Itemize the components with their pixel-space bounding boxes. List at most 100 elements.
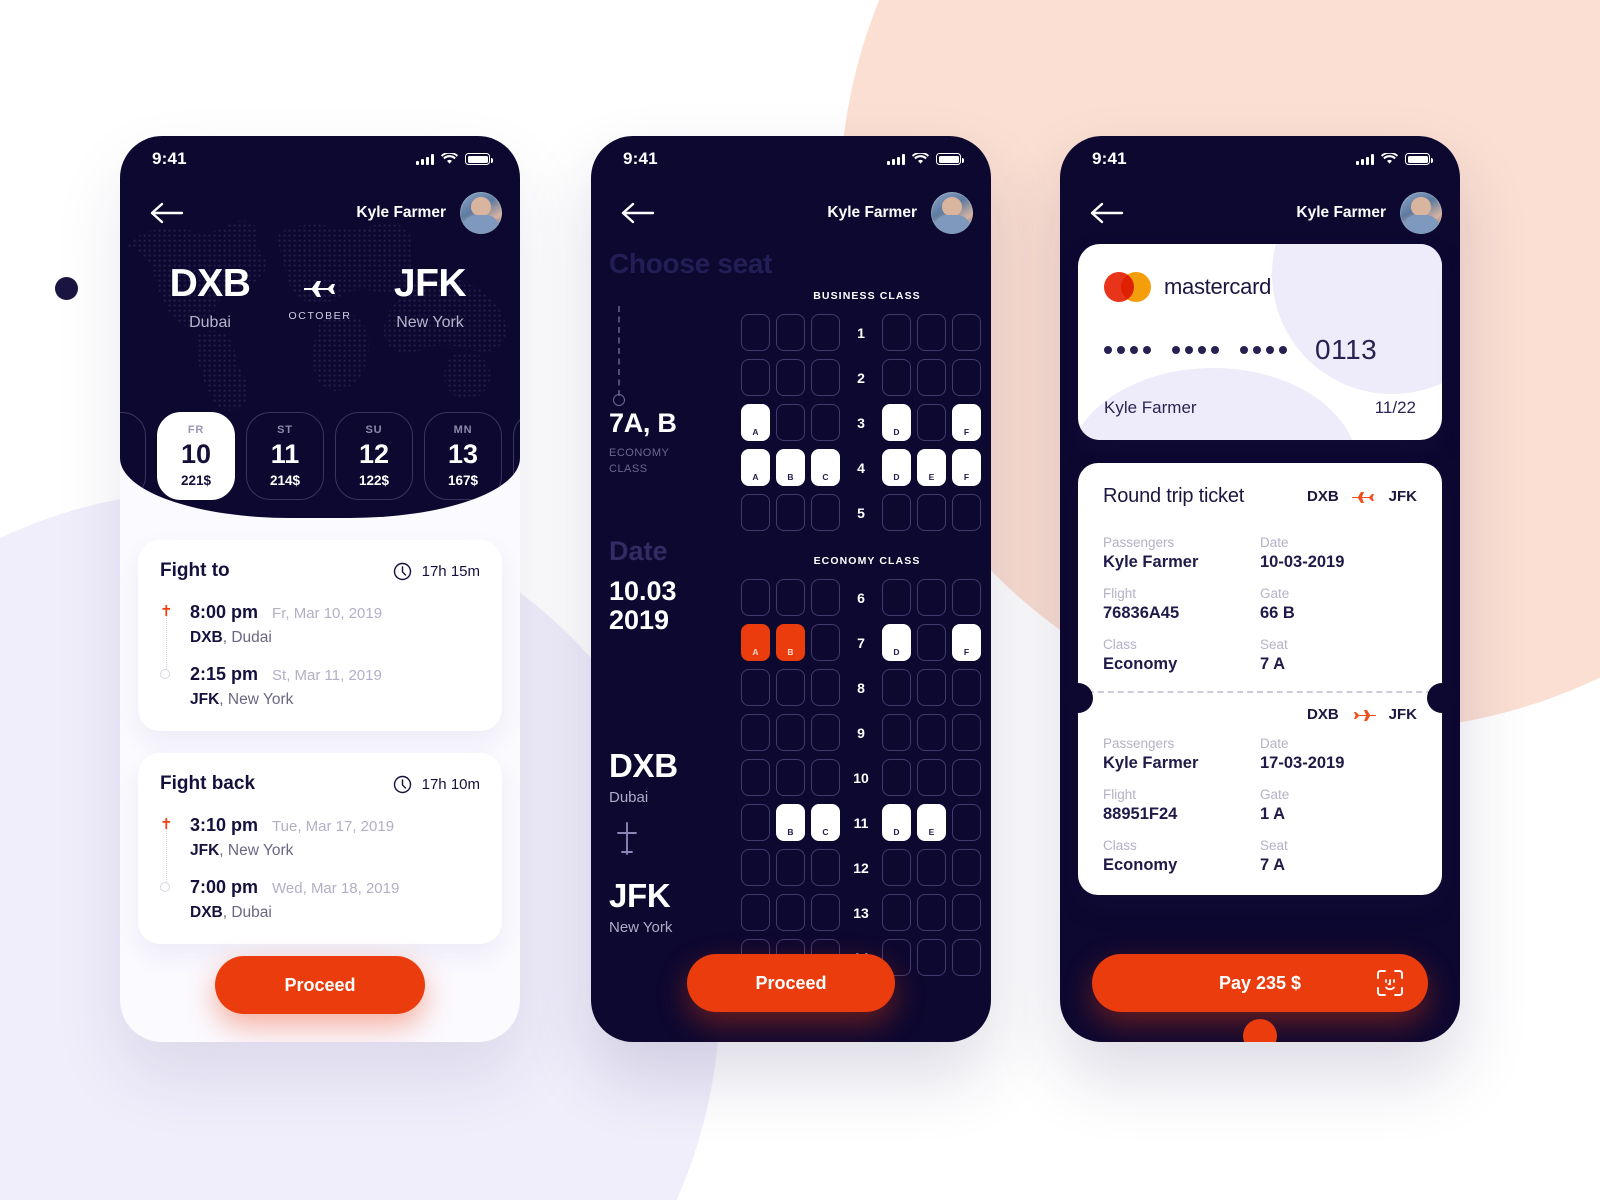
seat-9F[interactable]	[952, 714, 981, 751]
seat-row-7[interactable]: A B 7 D F	[741, 624, 991, 661]
seat-12C[interactable]	[811, 849, 840, 886]
seat-5D[interactable]	[882, 494, 911, 531]
seat-2C[interactable]	[811, 359, 840, 396]
seat-6F[interactable]	[952, 579, 981, 616]
seat-12D[interactable]	[882, 849, 911, 886]
seat-11A[interactable]	[741, 804, 770, 841]
seat-4A[interactable]: A	[741, 449, 770, 486]
seat-12A[interactable]	[741, 849, 770, 886]
proceed-button[interactable]: Proceed	[687, 954, 895, 1012]
seat-6B[interactable]	[776, 579, 805, 616]
seat-5F[interactable]	[952, 494, 981, 531]
date-chip-14[interactable]: TU14411$	[513, 412, 520, 500]
seat-6D[interactable]	[882, 579, 911, 616]
seat-6E[interactable]	[917, 579, 946, 616]
seat-3F[interactable]: F	[952, 404, 981, 441]
seat-4C[interactable]: C	[811, 449, 840, 486]
seat-13F[interactable]	[952, 894, 981, 931]
seat-9D[interactable]	[882, 714, 911, 751]
back-arrow-icon[interactable]	[150, 202, 184, 224]
seat-3D[interactable]: D	[882, 404, 911, 441]
seat-row-5[interactable]: 5	[741, 494, 991, 531]
payment-card-mastercard[interactable]: mastercard 0113 Kyle Farmer 11/22	[1078, 244, 1442, 440]
seat-11C[interactable]: C	[811, 804, 840, 841]
seat-13E[interactable]	[917, 894, 946, 931]
back-arrow-icon[interactable]	[621, 202, 655, 224]
economy-class-rows[interactable]: 6AB7DF8910BC11DE121314	[741, 579, 991, 976]
seat-row-8[interactable]: 8	[741, 669, 991, 706]
seat-row-1[interactable]: 1	[741, 314, 991, 351]
seat-1B[interactable]	[776, 314, 805, 351]
seat-9C[interactable]	[811, 714, 840, 751]
seat-13A[interactable]	[741, 894, 770, 931]
seat-2F[interactable]	[952, 359, 981, 396]
seat-8F[interactable]	[952, 669, 981, 706]
seat-row-12[interactable]: 12	[741, 849, 991, 886]
seat-row-3[interactable]: A 3 D F	[741, 404, 991, 441]
seat-7A[interactable]: A	[741, 624, 770, 661]
seat-12F[interactable]	[952, 849, 981, 886]
date-chip-10[interactable]: FR 10 221$	[157, 412, 235, 500]
seat-6A[interactable]	[741, 579, 770, 616]
seat-8D[interactable]	[882, 669, 911, 706]
seat-2A[interactable]	[741, 359, 770, 396]
seat-6C[interactable]	[811, 579, 840, 616]
date-selector-strip[interactable]: TR9191$ FR 10 221$ ST 11 214$ SU 12 122$ MN 13 167$ T…	[120, 412, 520, 500]
seat-2B[interactable]	[776, 359, 805, 396]
seat-13D[interactable]	[882, 894, 911, 931]
seat-11D[interactable]: D	[882, 804, 911, 841]
seat-2D[interactable]	[882, 359, 911, 396]
avatar[interactable]	[931, 192, 973, 234]
seat-1A[interactable]	[741, 314, 770, 351]
payment-cards-carousel[interactable]: mastercard 0113 Kyle Farmer 11/22	[1078, 244, 1460, 440]
seat-row-13[interactable]: 13	[741, 894, 991, 931]
seat-1E[interactable]	[917, 314, 946, 351]
seat-11E[interactable]: E	[917, 804, 946, 841]
seat-14E[interactable]	[917, 939, 946, 976]
seat-13C[interactable]	[811, 894, 840, 931]
date-chip-11[interactable]: ST 11 214$	[246, 412, 324, 500]
seat-7D[interactable]: D	[882, 624, 911, 661]
seat-row-4[interactable]: A B C 4 D E F	[741, 449, 991, 486]
seat-7B[interactable]: B	[776, 624, 805, 661]
avatar[interactable]	[1400, 192, 1442, 234]
seat-10C[interactable]	[811, 759, 840, 796]
seat-4B[interactable]: B	[776, 449, 805, 486]
seat-9A[interactable]	[741, 714, 770, 751]
seat-1C[interactable]	[811, 314, 840, 351]
seat-row-6[interactable]: 6	[741, 579, 991, 616]
seat-10E[interactable]	[917, 759, 946, 796]
business-class-rows[interactable]: 1 2 A 3 D F A B C 4 D E F 5	[741, 314, 991, 531]
seat-5E[interactable]	[917, 494, 946, 531]
date-chip-13[interactable]: MN 13 167$	[424, 412, 502, 500]
seat-10B[interactable]	[776, 759, 805, 796]
date-chip-9[interactable]: TR9191$	[120, 412, 146, 500]
seat-4E[interactable]: E	[917, 449, 946, 486]
seat-9B[interactable]	[776, 714, 805, 751]
seat-7E[interactable]	[917, 624, 946, 661]
seat-3C[interactable]	[811, 404, 840, 441]
seat-2E[interactable]	[917, 359, 946, 396]
seat-14F[interactable]	[952, 939, 981, 976]
seat-row-2[interactable]: 2	[741, 359, 991, 396]
seat-12E[interactable]	[917, 849, 946, 886]
seat-row-9[interactable]: 9	[741, 714, 991, 751]
seat-8B[interactable]	[776, 669, 805, 706]
seat-12B[interactable]	[776, 849, 805, 886]
seat-4D[interactable]: D	[882, 449, 911, 486]
seat-10F[interactable]	[952, 759, 981, 796]
seat-8C[interactable]	[811, 669, 840, 706]
seat-row-11[interactable]: B C 11 D E	[741, 804, 991, 841]
seat-10D[interactable]	[882, 759, 911, 796]
seat-13B[interactable]	[776, 894, 805, 931]
seat-10A[interactable]	[741, 759, 770, 796]
seat-11B[interactable]: B	[776, 804, 805, 841]
seat-7F[interactable]: F	[952, 624, 981, 661]
date-chip-12[interactable]: SU 12 122$	[335, 412, 413, 500]
seat-row-10[interactable]: 10	[741, 759, 991, 796]
seat-5A[interactable]	[741, 494, 770, 531]
seat-1D[interactable]	[882, 314, 911, 351]
seat-8A[interactable]	[741, 669, 770, 706]
seat-11F[interactable]	[952, 804, 981, 841]
seat-3B[interactable]	[776, 404, 805, 441]
